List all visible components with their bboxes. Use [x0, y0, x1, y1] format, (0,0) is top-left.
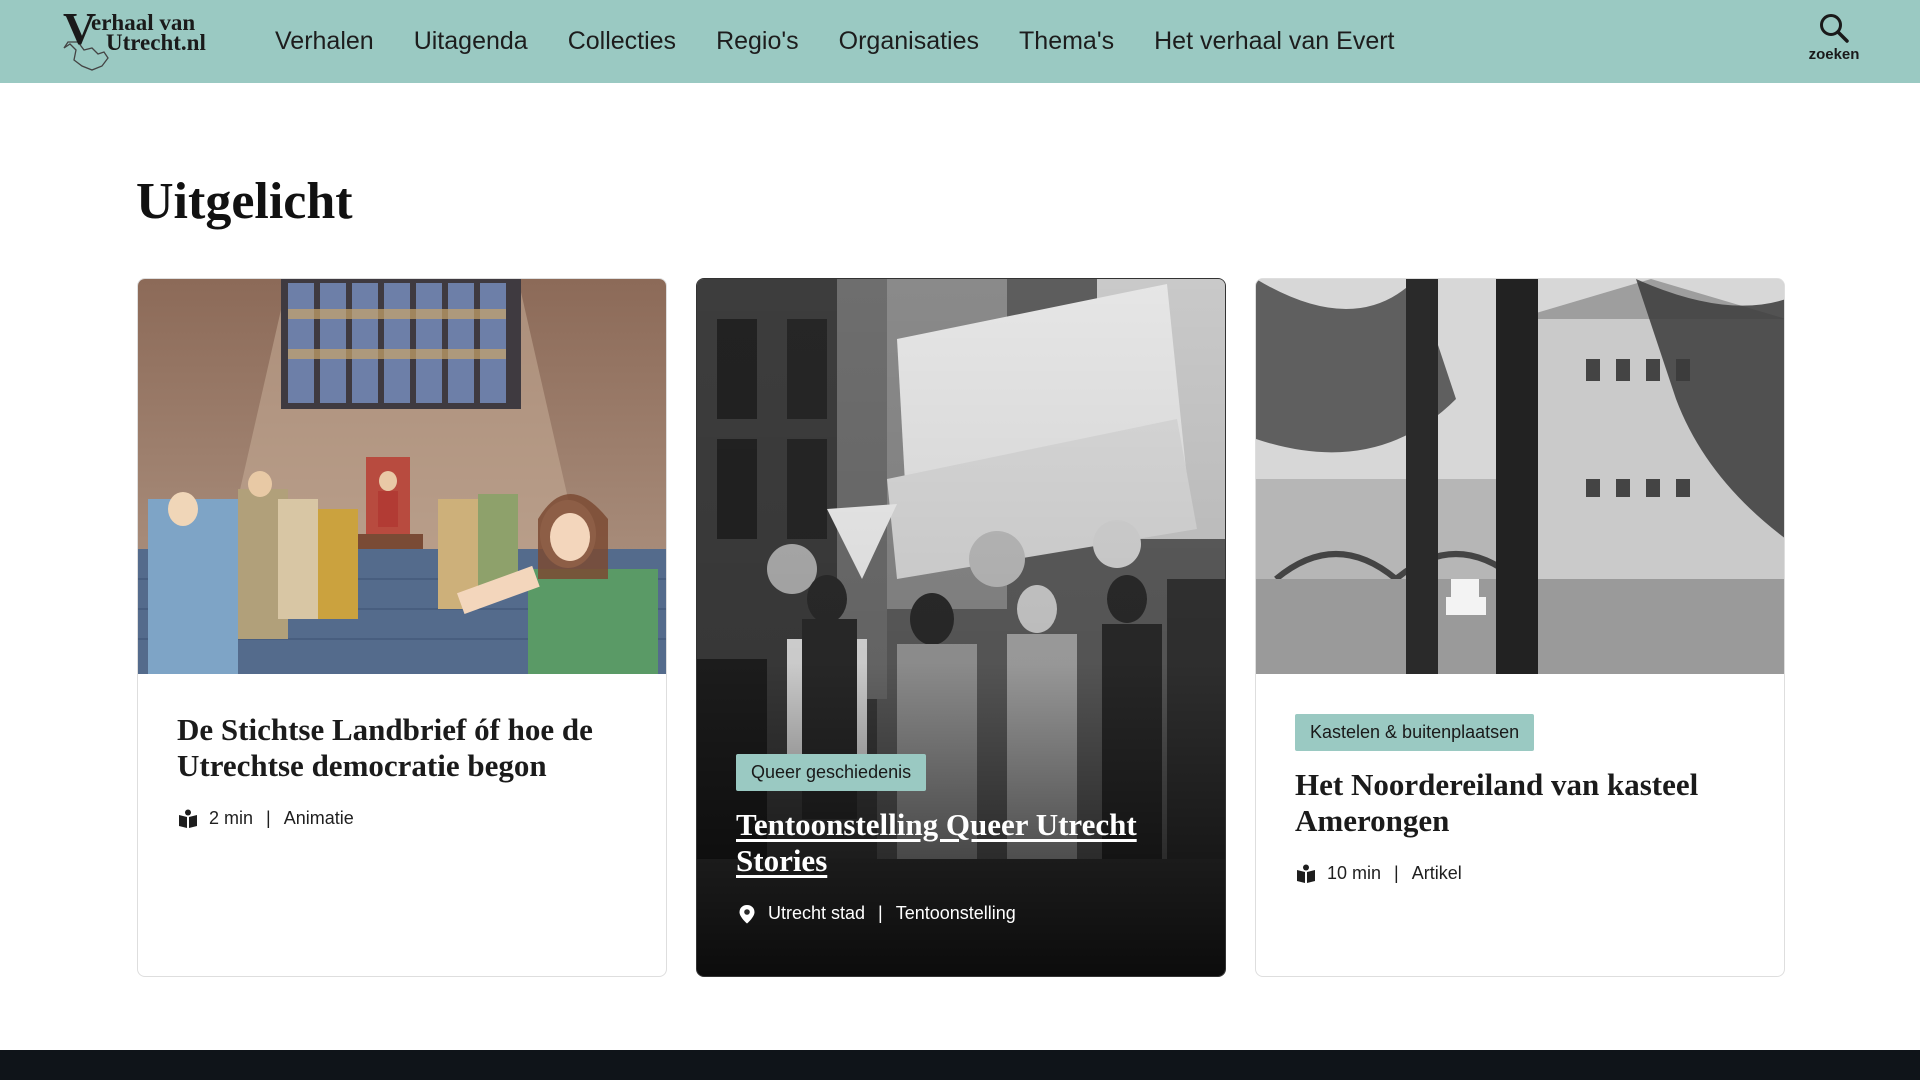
search-label: zoeken — [1808, 46, 1860, 63]
card-title[interactable]: De Stichtse Landbrief óf hoe de Utrechts… — [177, 712, 632, 784]
site-header: V erhaal van Utrecht.nl Verhalen Uitagen… — [0, 0, 1920, 83]
logo-text-line2: Utrecht.nl — [106, 30, 206, 55]
site-logo[interactable]: V erhaal van Utrecht.nl — [58, 6, 228, 74]
content-type: Animatie — [283, 808, 354, 828]
book-icon — [1297, 864, 1315, 883]
nav-item-organisaties[interactable]: Organisaties — [839, 27, 979, 56]
section-title: Uitgelicht — [136, 173, 353, 230]
card-meta: 2 min | Animatie — [177, 808, 632, 829]
nav-item-het-verhaal-van-evert[interactable]: Het verhaal van Evert — [1154, 27, 1394, 56]
reading-time: 10 min — [1327, 863, 1382, 883]
card-image — [1256, 279, 1784, 674]
category-tag[interactable]: Kastelen & buitenplaatsen — [1295, 714, 1535, 751]
meta-separator: | — [1394, 863, 1399, 883]
search-icon — [1820, 14, 1849, 43]
location-pin-icon — [739, 904, 755, 923]
story-card[interactable]: De Stichtse Landbrief óf hoe de Utrechts… — [137, 278, 667, 977]
category-tag[interactable]: Queer geschiedenis — [736, 754, 927, 791]
main-nav: Verhalen Uitagenda Collecties Regio's Or… — [275, 0, 1435, 83]
story-card-featured[interactable]: Queer geschiedenis Tentoonstelling Queer… — [696, 278, 1226, 977]
nav-item-collecties[interactable]: Collecties — [568, 27, 676, 56]
search-button[interactable]: zoeken — [1800, 12, 1868, 70]
animation-still-image — [138, 279, 666, 674]
nav-item-themas[interactable]: Thema's — [1019, 27, 1114, 56]
nav-item-verhalen[interactable]: Verhalen — [275, 27, 374, 56]
meta-separator: | — [878, 903, 883, 923]
content-type: Artikel — [1411, 863, 1462, 883]
location: Utrecht stad — [768, 903, 866, 923]
card-title[interactable]: Tentoonstelling Queer Utrecht Stories — [736, 807, 1191, 879]
reading-time: 2 min — [209, 808, 254, 828]
content-type: Tentoonstelling — [895, 903, 1016, 923]
meta-separator: | — [266, 808, 271, 828]
nav-item-regios[interactable]: Regio's — [716, 27, 799, 56]
site-footer — [0, 1050, 1920, 1080]
historic-postcard-image — [1256, 279, 1784, 674]
card-meta: Utrecht stad | Tentoonstelling — [736, 903, 1191, 924]
story-card[interactable]: Kastelen & buitenplaatsen Het Noordereil… — [1255, 278, 1785, 977]
card-meta: 10 min | Artikel — [1295, 863, 1750, 884]
nav-item-uitagenda[interactable]: Uitagenda — [414, 27, 528, 56]
book-icon — [179, 809, 197, 828]
card-title[interactable]: Het Noordereiland van kasteel Amerongen — [1295, 767, 1750, 839]
card-image — [138, 279, 666, 674]
